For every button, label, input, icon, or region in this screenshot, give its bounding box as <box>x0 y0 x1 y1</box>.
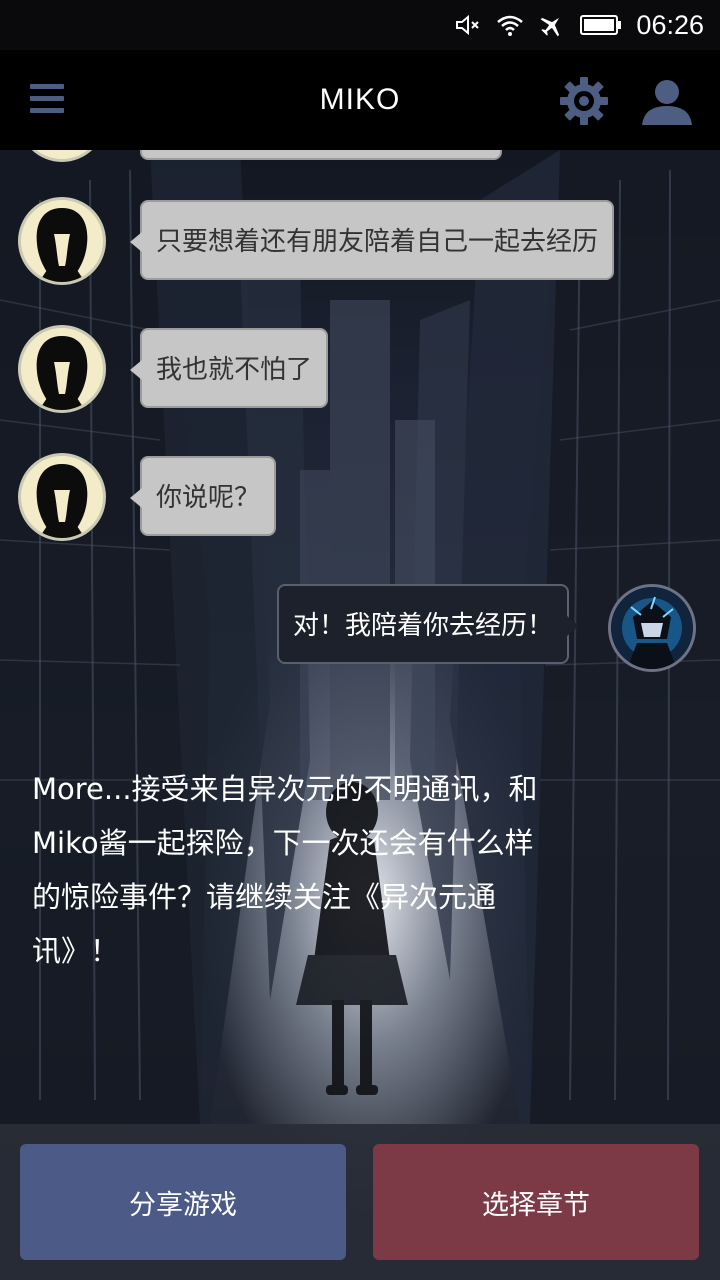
status-bar: 06:26 <box>0 0 720 50</box>
miko-avatar <box>18 197 106 285</box>
chat-bubble-miko: 只要想着还有朋友陪着自己一起去经历 <box>129 200 615 280</box>
miko-portrait-icon <box>36 336 88 410</box>
chat-area[interactable]: 只要想着还有朋友陪着自己一起去经历 我也就不怕了 你说呢？ 对！我陪着你去经历！ <box>0 150 720 750</box>
menu-icon[interactable] <box>30 84 64 114</box>
app-header: MIKO <box>0 50 720 150</box>
miko-portrait-icon <box>36 464 88 538</box>
battery-icon <box>580 15 622 35</box>
player-avatar <box>608 584 696 672</box>
select-chapter-button[interactable]: 选择章节 <box>373 1144 699 1260</box>
chat-bubble-partial <box>140 150 502 160</box>
chat-bubble-miko: 我也就不怕了 <box>129 328 329 408</box>
gear-icon[interactable] <box>558 75 610 127</box>
mute-icon <box>456 14 480 36</box>
user-icon[interactable] <box>640 78 694 126</box>
miko-portrait-icon <box>36 208 88 282</box>
page-title: MIKO <box>319 83 401 116</box>
miko-avatar <box>18 325 106 413</box>
wifi-icon <box>497 15 524 36</box>
miko-avatar <box>18 150 106 162</box>
miko-avatar <box>18 453 106 541</box>
chat-bubble-miko: 你说呢？ <box>129 456 277 536</box>
more-description: More...接受来自异次元的不明通讯，和Miko酱一起探险，下一次还会有什么样… <box>32 772 538 968</box>
share-game-button[interactable]: 分享游戏 <box>20 1144 346 1260</box>
status-time: 06:26 <box>636 9 704 40</box>
chat-bubble-player: 对！我陪着你去经历！ <box>277 584 580 664</box>
bottom-bar: 分享游戏 选择章节 <box>0 1124 720 1280</box>
airplane-icon <box>541 17 560 37</box>
player-portrait-icon <box>611 587 693 669</box>
